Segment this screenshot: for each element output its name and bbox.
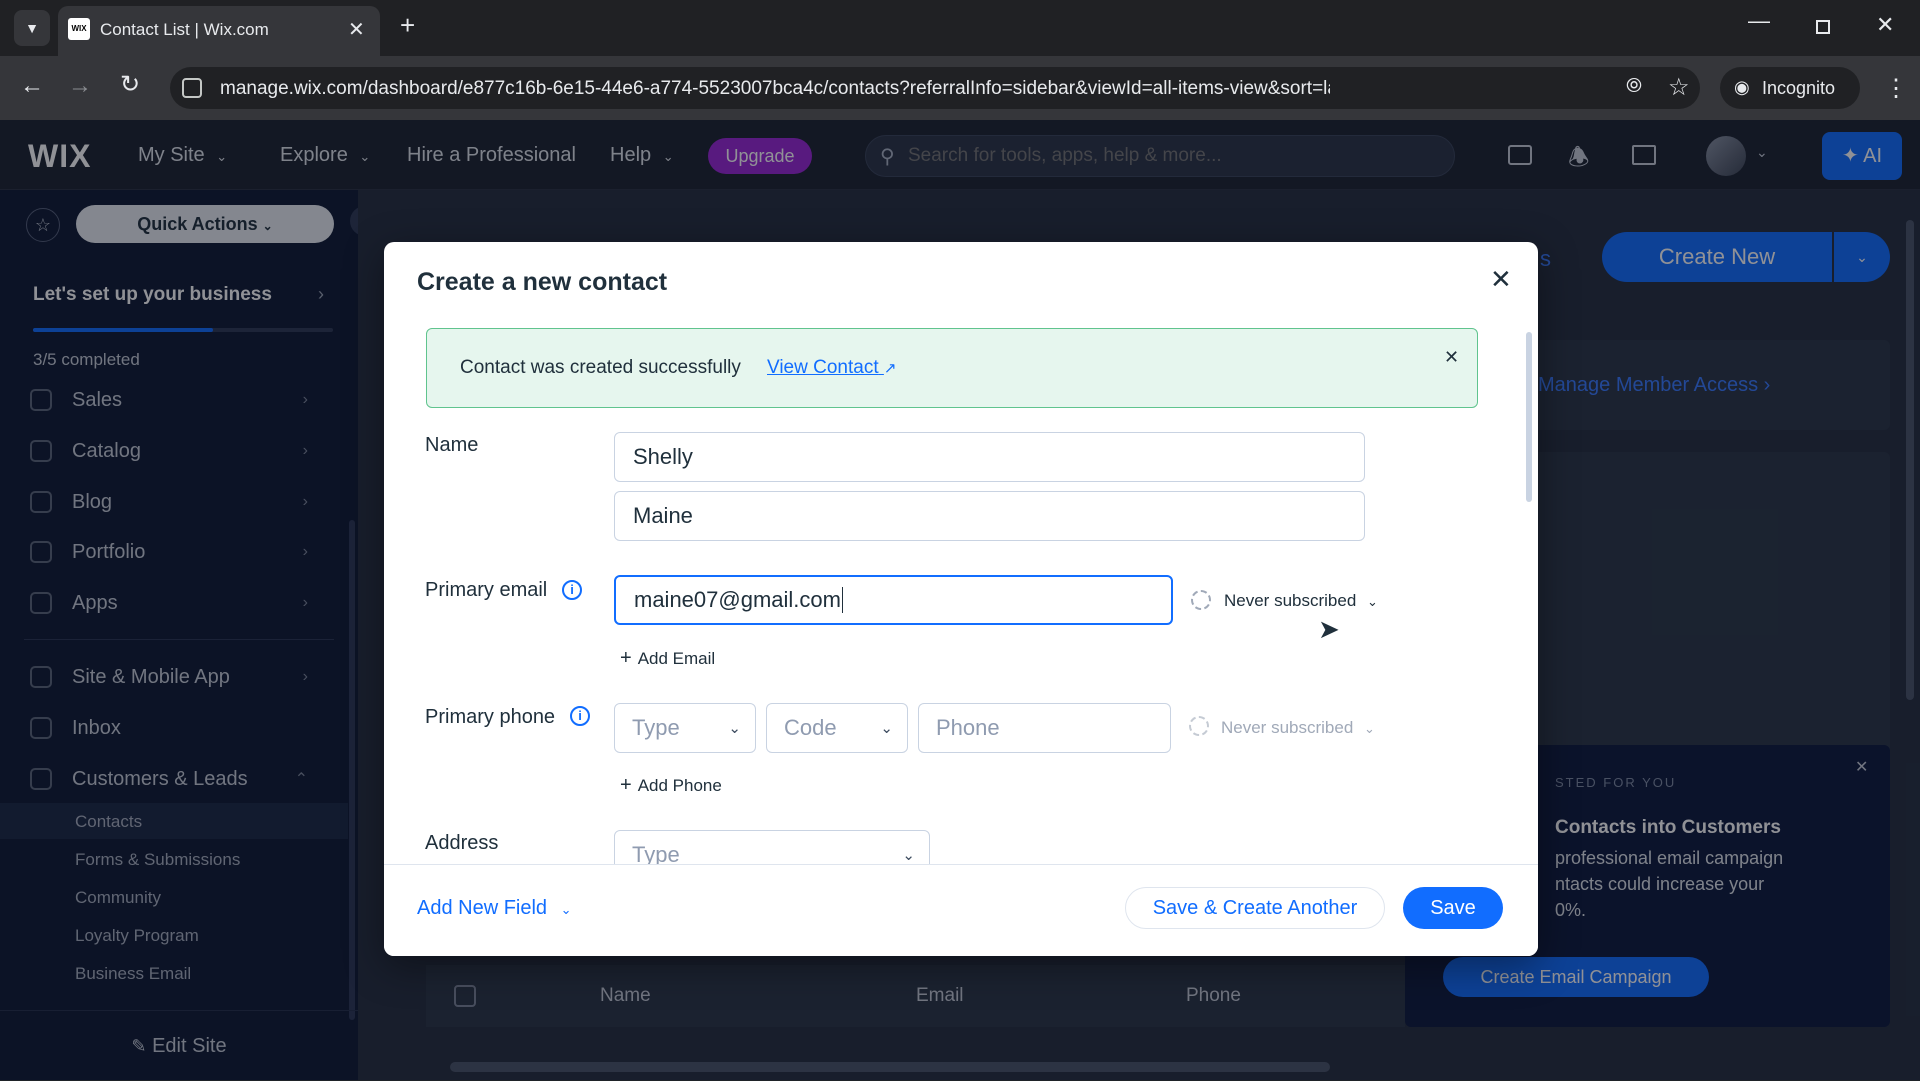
tab-search-button[interactable]: ▼ xyxy=(14,10,50,46)
phone-code-select[interactable]: Code ⌄ xyxy=(766,703,908,753)
address-type-placeholder: Type xyxy=(632,842,680,864)
add-phone-button[interactable]: + Add Phone xyxy=(620,774,722,797)
address-label: Address xyxy=(425,832,499,854)
url-text: manage.wix.com/dashboard/e877c16b-6e15-4… xyxy=(220,78,1330,99)
browser-menu-icon[interactable]: ⋮ xyxy=(1884,74,1908,103)
forward-icon[interactable]: → xyxy=(68,72,92,100)
success-message: Contact was created successfully xyxy=(460,357,741,378)
email-value: maine07@gmail.com xyxy=(634,587,841,612)
plus-icon: + xyxy=(620,647,632,669)
primary-phone-label: Primary phone xyxy=(425,706,556,728)
eye-off-icon[interactable]: ⦾ xyxy=(1626,75,1642,98)
mouse-cursor-icon: ➤ xyxy=(1318,614,1340,644)
add-email-label: Add Email xyxy=(637,649,716,668)
browser-tab-bar: ▼ WIX Contact List | Wix.com ✕ + — ✕ xyxy=(0,0,1920,56)
phone-type-select[interactable]: Type ⌄ xyxy=(614,703,756,753)
create-contact-modal: Create a new contact ✕ Contact was creat… xyxy=(384,242,1538,956)
close-window-icon[interactable]: ✕ xyxy=(1876,12,1894,38)
incognito-label: Incognito xyxy=(1762,78,1836,98)
info-icon[interactable]: i xyxy=(570,706,590,726)
close-banner-icon[interactable]: ✕ xyxy=(1444,347,1459,368)
email-subscription-dropdown[interactable]: Never subscribed ⌄ xyxy=(1224,591,1378,611)
site-info-icon[interactable] xyxy=(182,78,202,98)
incognito-badge[interactable]: ◉ Incognito xyxy=(1720,67,1860,109)
email-field[interactable]: maine07@gmail.com xyxy=(614,575,1173,625)
modal-title: Create a new contact xyxy=(417,268,668,296)
text-cursor xyxy=(841,587,843,613)
phone-field[interactable]: Phone xyxy=(918,703,1171,753)
restore-icon[interactable] xyxy=(1816,20,1830,34)
bookmark-star-icon[interactable]: ☆ xyxy=(1668,73,1690,102)
last-name-value: Maine xyxy=(633,503,693,528)
phone-placeholder: Phone xyxy=(936,715,1000,740)
name-label: Name xyxy=(425,434,479,456)
address-type-select[interactable]: Type ⌄ xyxy=(614,830,930,864)
reload-icon[interactable]: ↻ xyxy=(120,70,140,99)
phone-type-placeholder: Type xyxy=(632,715,680,740)
wix-favicon-icon: WIX xyxy=(68,18,90,40)
close-tab-icon[interactable]: ✕ xyxy=(348,17,365,42)
primary-email-label: Primary email xyxy=(425,579,548,601)
modal-scrollbar[interactable] xyxy=(1526,332,1532,502)
modal-footer: Add New Field ⌄ Save & Create Another Sa… xyxy=(384,864,1538,956)
view-contact-label: View Contact xyxy=(767,357,879,378)
browser-tab[interactable]: WIX Contact List | Wix.com ✕ xyxy=(58,6,380,56)
success-banner: Contact was created successfully View Co… xyxy=(426,328,1478,408)
info-icon[interactable]: i xyxy=(562,580,582,600)
address-bar[interactable]: manage.wix.com/dashboard/e877c16b-6e15-4… xyxy=(170,67,1700,109)
incognito-icon: ◉ xyxy=(1734,77,1750,97)
email-subscription-label: Never subscribed xyxy=(1224,591,1357,610)
chevron-down-icon: ⌄ xyxy=(1364,721,1375,736)
save-create-another-button[interactable]: Save & Create Another xyxy=(1125,887,1385,929)
chevron-down-icon: ⌄ xyxy=(1367,594,1378,609)
phone-code-placeholder: Code xyxy=(784,715,837,740)
tab-title: Contact List | Wix.com xyxy=(100,20,269,39)
address-row-clip: Type ⌄ xyxy=(614,830,1134,864)
add-new-field-button[interactable]: Add New Field ⌄ xyxy=(417,897,572,920)
chevron-down-icon: ⌄ xyxy=(880,720,893,737)
add-email-button[interactable]: + Add Email xyxy=(620,647,715,670)
phone-subscription-dropdown[interactable]: Never subscribed ⌄ xyxy=(1221,718,1375,738)
phone-subscription-label: Never subscribed xyxy=(1221,718,1354,737)
subscription-status-icon xyxy=(1191,590,1211,610)
first-name-field[interactable]: Shelly xyxy=(614,432,1365,482)
last-name-field[interactable]: Maine xyxy=(614,491,1365,541)
plus-icon: + xyxy=(620,774,632,796)
new-tab-icon[interactable]: + xyxy=(400,10,415,41)
save-button[interactable]: Save xyxy=(1403,887,1503,929)
chevron-down-icon: ⌄ xyxy=(902,847,915,864)
back-icon[interactable]: ← xyxy=(20,72,44,100)
chevron-down-icon: ⌄ xyxy=(728,720,741,737)
external-link-icon: ↗ xyxy=(883,360,897,377)
chevron-down-icon: ⌄ xyxy=(560,902,572,917)
subscription-status-icon xyxy=(1189,716,1209,736)
add-new-field-label: Add New Field xyxy=(417,897,548,919)
close-modal-icon[interactable]: ✕ xyxy=(1490,264,1512,295)
first-name-value: Shelly xyxy=(633,444,693,469)
add-phone-label: Add Phone xyxy=(637,776,722,795)
view-contact-link[interactable]: View Contact ↗ xyxy=(767,357,896,379)
minimize-icon[interactable]: — xyxy=(1748,8,1770,34)
